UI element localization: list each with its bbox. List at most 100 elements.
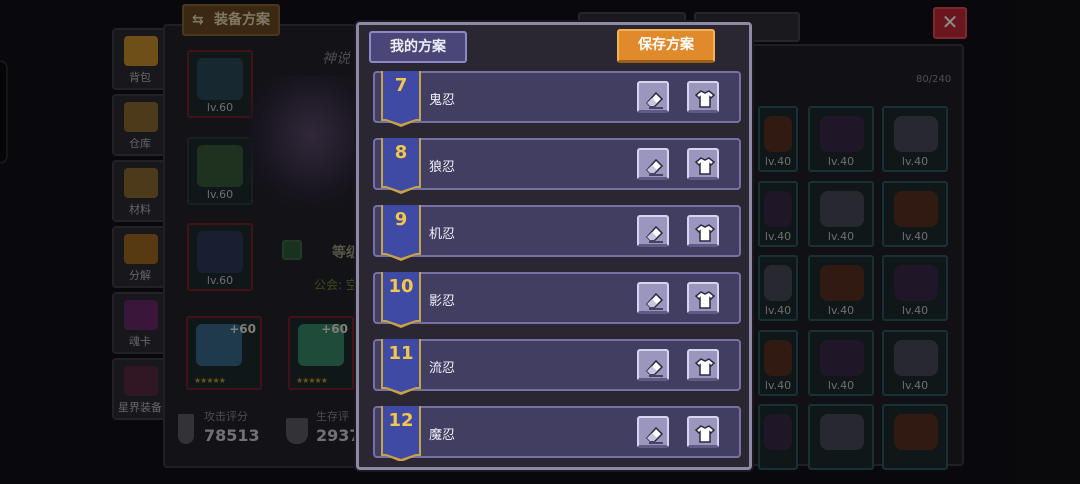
warehouse-icon — [124, 102, 158, 132]
side-tab-astral-gear[interactable]: 星界装备 — [112, 358, 168, 420]
backpack-icon — [124, 36, 158, 66]
banner-tip-inner — [383, 386, 419, 392]
item-art — [820, 340, 864, 376]
item-level: lv.40 — [901, 230, 929, 243]
rename-plan-button[interactable] — [637, 148, 669, 180]
close-button[interactable]: ✕ — [933, 7, 967, 39]
plan-name: 狼忍 — [429, 160, 456, 175]
item-art — [894, 340, 938, 376]
side-tab-decompose[interactable]: 分解 — [112, 226, 168, 288]
plan-row[interactable]: 11 流忍 — [373, 339, 741, 395]
item-level: lv.40 — [827, 379, 855, 392]
equipped-slot-legs[interactable]: lv.60 — [187, 223, 253, 291]
plan-name: 流忍 — [429, 361, 456, 376]
plan-number: 12 — [388, 410, 414, 431]
my-plans-tab[interactable]: 我的方案 — [369, 31, 467, 63]
rename-plan-button[interactable] — [637, 416, 669, 448]
plan-row[interactable]: 12 魔忍 — [373, 406, 741, 461]
side-tab-soul-card[interactable]: 魂卡 — [112, 292, 168, 354]
item-art — [820, 191, 864, 227]
hero-character-art — [246, 76, 356, 208]
plan-row[interactable]: 9 机忍 — [373, 205, 741, 261]
equip-plan-button[interactable] — [687, 282, 719, 314]
equip-plan-button[interactable] — [687, 81, 719, 113]
inventory-slot[interactable]: lv.40 — [808, 255, 874, 321]
save-plan-button[interactable]: 保存方案 — [617, 29, 715, 63]
hero-title-fragment: 神说 — [322, 51, 350, 67]
side-tab-materials[interactable]: 材料 — [112, 160, 168, 222]
plan-number: 8 — [394, 142, 408, 163]
side-tab-warehouse[interactable]: 仓库 — [112, 94, 168, 156]
equipped-slot-head[interactable]: lv.60 — [187, 50, 253, 118]
side-tab-label: 星界装备 — [118, 401, 162, 414]
equip-plan-button[interactable] — [687, 349, 719, 381]
equip-plan-modal: 我的方案 保存方案 7 鬼忍 8 狼忍 9 机忍 10 影忍 11 流忍 12 魔忍 — [356, 22, 752, 470]
inventory-slot[interactable]: lv.40 — [758, 330, 798, 396]
item-art — [764, 265, 792, 301]
inventory-slot[interactable]: lv.40 — [882, 106, 948, 172]
attack-score-value: 78513 — [204, 426, 260, 445]
inventory-slot[interactable]: lv.40 — [882, 181, 948, 247]
inventory-slot[interactable]: lv.40 — [758, 255, 798, 321]
enhance-level: +60 — [321, 322, 348, 336]
item-art — [894, 116, 938, 152]
attack-score-label: 攻击评分 — [204, 410, 248, 423]
rename-plan-button[interactable] — [637, 81, 669, 113]
rename-plan-button[interactable] — [637, 282, 669, 314]
equip-plan-button[interactable] — [687, 416, 719, 448]
rename-plan-button[interactable] — [637, 215, 669, 247]
rename-plan-button[interactable] — [637, 349, 669, 381]
inventory-slot[interactable]: lv.40 — [882, 330, 948, 396]
item-art — [764, 116, 792, 152]
plan-number: 9 — [394, 209, 408, 230]
armor-art — [197, 145, 243, 187]
plan-number: 11 — [388, 343, 414, 364]
inventory-slot[interactable]: lv.40 — [808, 106, 874, 172]
item-art — [820, 414, 864, 450]
slot-level: lv.60 — [206, 274, 234, 287]
item-level: lv.40 — [827, 230, 855, 243]
edit-name-icon[interactable] — [282, 240, 302, 260]
banner-tip-inner — [383, 453, 419, 459]
banner-tip-inner — [383, 319, 419, 325]
weapon-slot-1[interactable]: +60 ★★★★★ — [186, 316, 262, 390]
plan-row[interactable]: 10 影忍 — [373, 272, 741, 328]
equip-plan-tab-button[interactable]: ⇆ 装备方案 — [182, 4, 280, 36]
legs-art — [197, 231, 243, 273]
inventory-slot[interactable] — [758, 404, 798, 470]
inventory-slot[interactable]: lv.40 — [808, 181, 874, 247]
inventory-slot[interactable]: lv.40 — [808, 330, 874, 396]
inventory-slot[interactable]: lv.40 — [758, 106, 798, 172]
slot-level: lv.60 — [206, 101, 234, 114]
side-tab-backpack[interactable]: 背包 — [112, 28, 168, 90]
slot-level: lv.60 — [206, 188, 234, 201]
star-rating: ★★★★★ — [194, 376, 226, 385]
helmet-art — [197, 58, 243, 100]
inventory-slot[interactable]: lv.40 — [882, 255, 948, 321]
plan-row[interactable]: 8 狼忍 — [373, 138, 741, 194]
item-level: lv.40 — [764, 155, 792, 168]
plan-row[interactable]: 7 鬼忍 — [373, 71, 741, 127]
item-art — [820, 116, 864, 152]
plan-list[interactable]: 7 鬼忍 8 狼忍 9 机忍 10 影忍 11 流忍 12 魔忍 — [373, 69, 741, 461]
survival-score-icon — [286, 418, 308, 444]
survival-score-label: 生存评 — [316, 410, 349, 423]
guild-text-fragment: 公会: 空 — [314, 278, 358, 292]
inventory-slot[interactable] — [882, 404, 948, 470]
weapon-slot-2[interactable]: +60 ★★★★★ — [288, 316, 354, 390]
item-level: lv.40 — [901, 304, 929, 317]
banner-tip-inner — [383, 252, 419, 258]
inventory-slot[interactable]: lv.40 — [758, 181, 798, 247]
item-art — [764, 340, 792, 376]
equipped-slot-body[interactable]: lv.60 — [187, 137, 253, 205]
side-tab-label: 材料 — [129, 203, 151, 216]
modal-header: 我的方案 保存方案 — [359, 25, 749, 71]
screen-edge-notch — [0, 60, 8, 164]
equip-plan-button[interactable] — [687, 215, 719, 247]
close-icon: ✕ — [941, 10, 959, 34]
item-level: lv.40 — [764, 304, 792, 317]
equip-plan-button[interactable] — [687, 148, 719, 180]
decompose-icon — [124, 234, 158, 264]
side-tab-label: 魂卡 — [129, 335, 151, 348]
inventory-slot[interactable] — [808, 404, 874, 470]
